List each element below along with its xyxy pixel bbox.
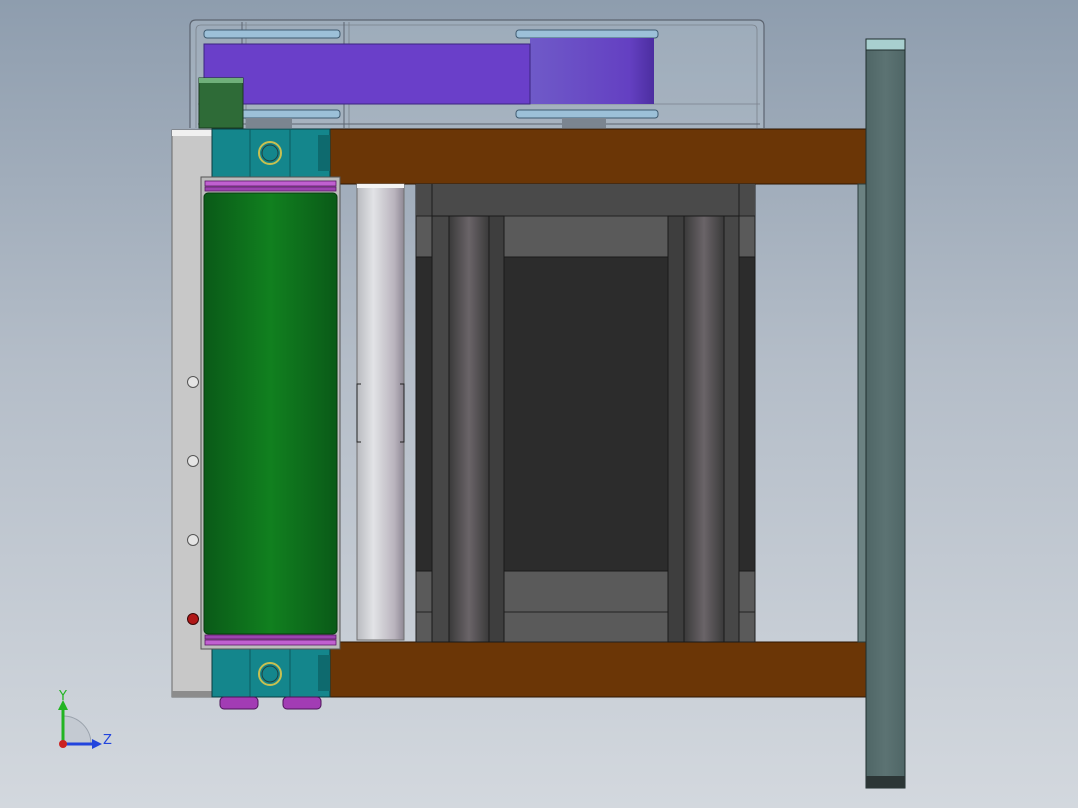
- motor-tie-rod-right: [667, 215, 740, 643]
- frame-rail-bottom: [327, 641, 867, 698]
- x-axis-dot: [59, 740, 67, 748]
- motor-tie-rod-left: [431, 215, 505, 643]
- idler-roller: [356, 183, 405, 641]
- bearing-block-bottom: [211, 648, 331, 698]
- z-axis-arrowhead: [92, 739, 102, 749]
- roller-flange-bottom: [204, 634, 337, 646]
- bolt-head: [282, 696, 322, 710]
- drive-roller: [203, 192, 338, 635]
- cad-viewport[interactable]: Y Z: [0, 0, 1078, 808]
- bearing-block-top: [211, 128, 331, 178]
- bolt-head: [219, 696, 259, 710]
- y-axis-label: Y: [58, 689, 67, 704]
- indicator-red: [187, 613, 199, 625]
- coordinate-triad-icon[interactable]: Y Z: [58, 689, 112, 749]
- z-axis-label: Z: [103, 733, 112, 748]
- roller-flange-top: [204, 180, 337, 192]
- frame-rail-top: [327, 128, 867, 185]
- triad-rotation-arc: [62, 715, 92, 745]
- mounting-hole: [187, 534, 199, 546]
- mounting-hole: [187, 455, 199, 467]
- driven-pulley-right: [515, 29, 659, 128]
- motor-terminal-box: [198, 77, 244, 129]
- timing-belt: [203, 43, 531, 105]
- mounting-hole: [187, 376, 199, 388]
